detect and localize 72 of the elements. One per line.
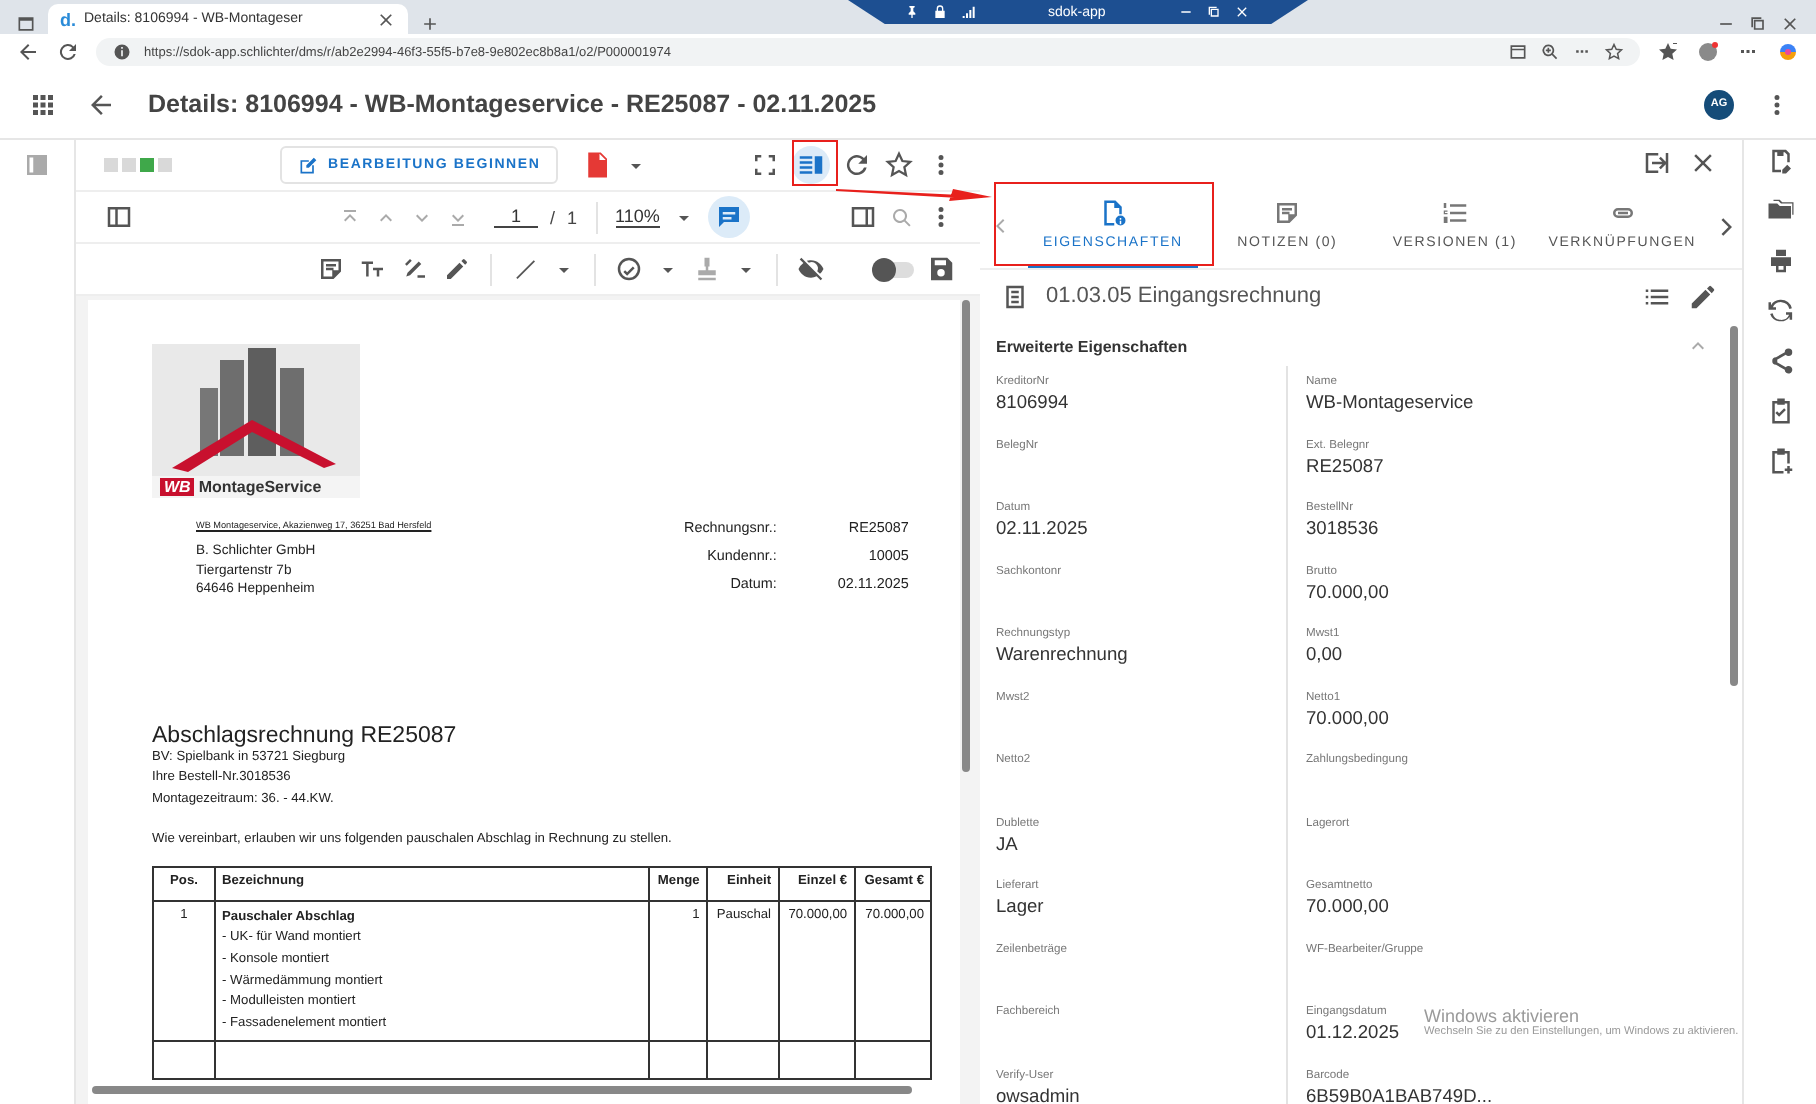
page-count: 1 <box>567 207 578 227</box>
page-field[interactable]: 1 <box>494 206 538 228</box>
invoice-heading: Abschlagsrechnung RE25087 <box>152 723 459 747</box>
signature-icon[interactable] <box>400 254 430 284</box>
property-value: owsadmin <box>996 1083 1080 1104</box>
fullscreen-icon[interactable] <box>750 150 780 180</box>
comment-icon[interactable] <box>707 196 750 238</box>
zoom-icon[interactable] <box>1540 42 1560 62</box>
property-value: 6B59B0A1BAB749D... <box>1306 1083 1493 1104</box>
close-icon[interactable] <box>1233 4 1250 20</box>
exit-icon[interactable] <box>1642 147 1672 177</box>
profile-icon[interactable] <box>1696 40 1720 64</box>
property-value: 01.12.2025 <box>1306 1020 1400 1044</box>
close-icon[interactable] <box>376 9 396 29</box>
info-icon <box>112 42 132 62</box>
property-value: 70.000,00 <box>1306 705 1389 729</box>
sidebar-icon[interactable] <box>104 202 134 232</box>
numbered-list-icon <box>1439 198 1470 228</box>
restore-icon[interactable] <box>1748 14 1768 34</box>
zoom-select[interactable]: 110% <box>615 206 660 228</box>
restore-icon[interactable] <box>1205 4 1222 20</box>
document-type: 01.03.05 Eingangsrechnung <box>1046 284 1322 308</box>
star-icon[interactable] <box>1604 42 1624 62</box>
assistant-icon[interactable] <box>1776 40 1800 64</box>
lock-icon[interactable] <box>932 4 948 20</box>
favorites-icon[interactable] <box>1656 40 1680 64</box>
pen-icon[interactable] <box>442 254 472 284</box>
property-value: JA <box>996 831 1018 855</box>
window-icon[interactable] <box>16 14 36 34</box>
back-icon[interactable] <box>86 89 116 119</box>
sidebar-toggle-icon[interactable] <box>22 150 52 180</box>
logo-mark: WB <box>160 478 195 496</box>
back-icon[interactable] <box>16 40 40 64</box>
activation-title: Windows aktivieren <box>1424 1006 1582 1026</box>
pin-icon[interactable] <box>904 4 920 20</box>
favicon: d. <box>60 9 76 29</box>
eye-off-icon[interactable] <box>796 254 826 284</box>
property-value: 8106994 <box>996 390 1069 414</box>
reload-icon[interactable] <box>56 40 80 64</box>
apps-icon[interactable] <box>28 89 58 119</box>
sync-icon[interactable] <box>1765 296 1795 326</box>
note-icon <box>1272 198 1303 228</box>
split-view-icon[interactable] <box>792 146 830 184</box>
document-icon <box>1000 281 1030 311</box>
property-value: 3018536 <box>1306 516 1379 540</box>
highlight-frame <box>792 140 838 186</box>
note-icon[interactable] <box>316 254 346 284</box>
property-value: 0,00 <box>1306 642 1343 666</box>
property-value: 70.000,00 <box>1306 894 1389 918</box>
page-separator: / <box>550 207 556 227</box>
new-tab-icon[interactable] <box>420 14 440 34</box>
property-value: RE25087 <box>1306 453 1384 477</box>
panel-icon[interactable] <box>848 202 878 232</box>
signal-icon[interactable] <box>960 4 976 20</box>
edit-icon[interactable] <box>1688 281 1718 311</box>
page-title: Details: 8106994 - WB-Montageservice - RE25087 - 02.11.2025 <box>148 90 877 118</box>
property-value: Warenrechnung <box>996 642 1128 666</box>
toggle-switch[interactable] <box>874 261 914 277</box>
property-value: WB-Montageservice <box>1306 390 1474 414</box>
property-value: Lager <box>996 894 1044 918</box>
pdf-icon[interactable] <box>582 150 613 180</box>
close-icon[interactable] <box>1780 14 1800 34</box>
section-title: Erweiterte Eigenschaften <box>996 337 1188 355</box>
save-icon[interactable] <box>926 254 956 284</box>
property-value: 70.000,00 <box>1306 579 1389 603</box>
printer-icon[interactable] <box>1765 246 1795 276</box>
property-value: 02.11.2025 <box>996 516 1088 540</box>
tab-icon[interactable] <box>1508 42 1528 62</box>
edit-icon <box>298 155 318 175</box>
logo-name: MontageService <box>198 478 322 496</box>
star-icon[interactable] <box>884 150 914 180</box>
refresh-icon[interactable] <box>842 150 872 180</box>
